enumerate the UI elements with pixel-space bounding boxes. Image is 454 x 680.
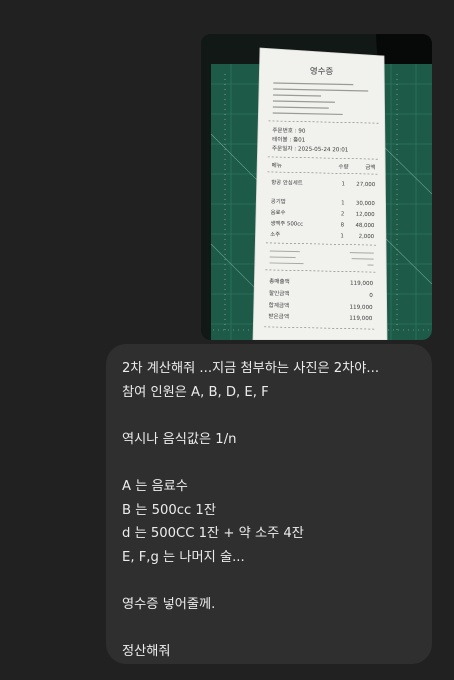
receipt-item-name: 음료수 [271,209,286,216]
receipt-item-name: 소주 [270,231,280,238]
message-line: B 는 500cc 1잔 [122,502,216,518]
receipt-item-qty: 1 [340,233,344,239]
receipt-total-amount: 0 [369,293,373,299]
receipt-item-qty: 1 [341,181,345,187]
user-message-bubble: 2차 계산해줘 ...지금 첨부하는 사진은 2차야... 참여 인원은 A, … [106,344,432,664]
chat-thread: 영수증 주문번호 : 90 테이블 : 홀01 주문일자 : 2025-05-2… [0,0,454,680]
message-line: 2차 계산해줘 ...지금 첨부하는 사진은 2차야... [122,361,380,376]
message-line: 참여 인원은 A, B, D, E, F [122,384,269,400]
message-line [122,569,416,593]
receipt-photo-attachment[interactable]: 영수증 주문번호 : 90 테이블 : 홀01 주문일자 : 2025-05-2… [201,34,432,340]
message-line: 역시나 음식값은 1/n [122,431,237,447]
message-line: d 는 500CC 1잔 + 약 소주 4잔 [122,526,304,542]
receipt-title: 영수증 [310,66,334,77]
message-line: E, F,g 는 나머지 술... [122,549,245,565]
receipt-total-amount: 119,000 [350,281,374,287]
receipt-item-qty: 2 [341,211,345,217]
message-line: 정산해줘 [122,644,171,660]
receipt-item-amount: 30,000 [356,201,376,207]
receipt-total-amount: 119,000 [349,305,373,311]
message-line: A 는 음료수 [122,478,188,494]
receipt-item-amount: 12,000 [356,212,376,218]
receipt-photo: 영수증 주문번호 : 90 테이블 : 홀01 주문일자 : 2025-05-2… [201,34,432,340]
receipt-item-amount: 48,000 [355,223,375,229]
receipt-total-amount: 119,000 [349,316,373,322]
message-line: 영수증 넣어줄께. [122,596,216,612]
receipt-col-menu: 메뉴 [272,161,282,169]
message-line [122,404,416,428]
receipt-item-amount: 27,000 [356,182,376,188]
receipt-item-qty: 1 [341,200,345,206]
message-line [122,451,416,475]
receipt-item-amount: 2,000 [359,234,375,240]
message-line [122,617,416,641]
receipt-col-amount: 금액 [365,164,375,171]
receipt-col-qty: 수량 [338,163,348,170]
